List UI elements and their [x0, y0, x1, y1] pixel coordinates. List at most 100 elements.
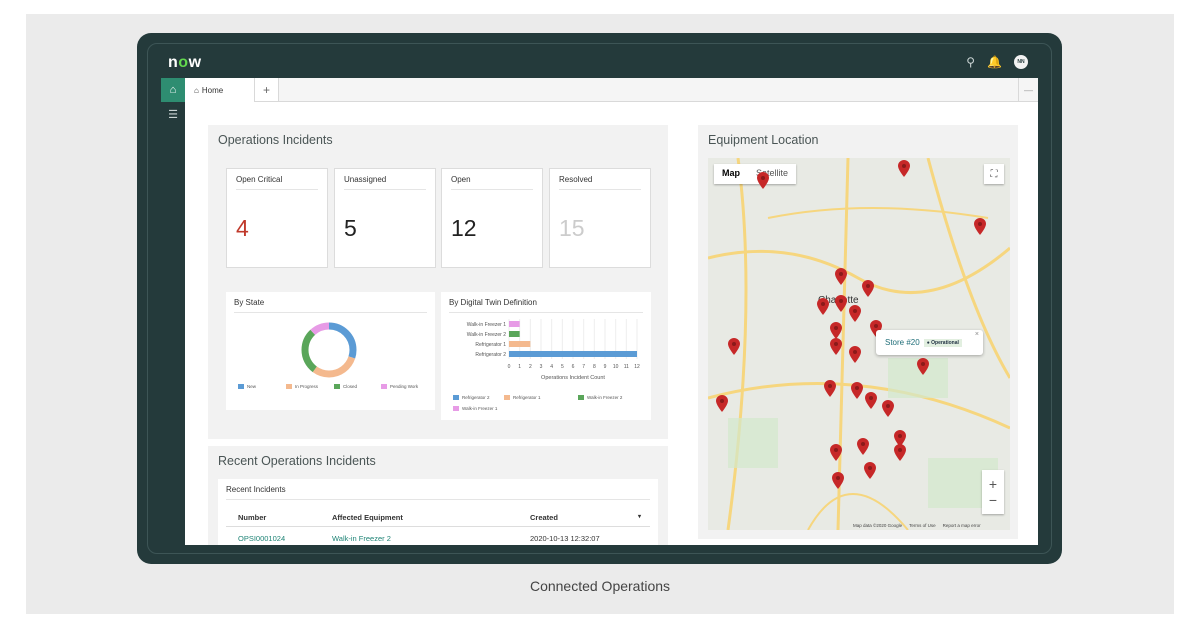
location-pin-icon[interactable]	[830, 444, 842, 461]
add-tab-button[interactable]: +	[255, 78, 279, 101]
sort-icon[interactable]: ▾	[638, 513, 641, 520]
recent-incidents-panel: Recent Operations Incidents Recent Incid…	[208, 446, 668, 545]
workspace: ⌂ Home + — Operations Incidents Open Crit…	[185, 78, 1038, 545]
location-pin-icon[interactable]	[862, 280, 874, 297]
location-pin-icon[interactable]	[917, 358, 929, 375]
x-tick-label: 2	[529, 364, 532, 370]
x-tick-label: 6	[572, 364, 575, 370]
location-pin-icon[interactable]	[851, 382, 863, 399]
y-tick-label: Walk-in Freezer 2	[467, 332, 506, 338]
map-attribution: Map data ©2020 Google Terms of Use Report …	[853, 523, 981, 528]
map[interactable]: Map Satellite ⛶ Charlotte Store #20 ● Op…	[708, 158, 1010, 530]
bar-refrigerator-2[interactable]	[509, 351, 637, 357]
location-pin-icon[interactable]	[849, 305, 861, 322]
x-tick-label: 11	[624, 364, 629, 370]
store-info-window: Store #20 ● Operational ×	[876, 330, 983, 355]
tab-bar: ⌂ Home + —	[185, 78, 1038, 102]
legend-walk-in-freezer-2: Walk-in Freezer 2	[578, 395, 622, 400]
legend-refrigerator-1: Refrigerator 1	[504, 395, 541, 400]
card-unassigned[interactable]: Unassigned 5	[334, 168, 436, 268]
card-open[interactable]: Open 12	[441, 168, 543, 268]
x-tick-label: 9	[604, 364, 607, 370]
x-tick-label: 10	[613, 364, 619, 370]
avatar[interactable]: NN	[1014, 55, 1028, 69]
status-badge: ● Operational	[923, 338, 962, 347]
location-pin-icon[interactable]	[898, 160, 910, 177]
legend-refrigerator-2: Refrigerator 2	[453, 395, 490, 400]
y-tick-label: Walk-in Freezer 1	[467, 322, 506, 328]
bar-refrigerator-1[interactable]	[509, 341, 531, 347]
now-logo[interactable]: now	[168, 54, 202, 72]
legend-closed: Closed	[334, 384, 357, 389]
y-tick-label: Refrigerator 2	[475, 352, 506, 358]
by-state-widget: By State New In Progress Closed Pending …	[226, 292, 435, 410]
location-pin-icon[interactable]	[857, 438, 869, 455]
tab-home[interactable]: ⌂ Home	[185, 78, 255, 102]
zoom-controls: + −	[982, 470, 1004, 514]
legend-new: New	[238, 384, 256, 389]
operations-panel: Operations Incidents Open Critical 4 Una…	[208, 125, 668, 439]
satellite-button[interactable]: Satellite	[748, 164, 796, 184]
column-number[interactable]: Number	[238, 513, 266, 522]
location-pin-icon[interactable]	[716, 395, 728, 412]
location-pin-icon[interactable]	[835, 295, 847, 312]
card-resolved[interactable]: Resolved 15	[549, 168, 651, 268]
card-open-critical[interactable]: Open Critical 4	[226, 168, 328, 268]
zoom-in-button[interactable]: +	[989, 476, 997, 492]
location-pin-icon[interactable]	[728, 338, 740, 355]
location-pin-icon[interactable]	[830, 338, 842, 355]
column-created[interactable]: Created	[530, 513, 558, 522]
equipment-link[interactable]: Walk-in Freezer 2	[332, 534, 391, 543]
location-pin-icon[interactable]	[835, 268, 847, 285]
incident-number-link[interactable]: OPSI0001024	[238, 534, 285, 543]
map-type-toggle: Map Satellite	[714, 164, 797, 184]
zoom-out-button[interactable]: −	[989, 492, 997, 508]
location-pin-icon[interactable]	[757, 172, 769, 189]
location-pin-icon[interactable]	[817, 298, 829, 315]
created-date: 2020-10-13 12:32:07	[530, 534, 600, 543]
x-tick-label: 5	[561, 364, 564, 370]
recent-incidents-list: Recent Incidents Number Affected Equipme…	[218, 479, 658, 545]
donut-chart	[301, 322, 357, 378]
close-icon[interactable]: ×	[975, 331, 979, 338]
bar-chart: 0 1 2 3 4 5 6 7 8 9 10 11 12Walk-in Freezer 1Walk-in…	[467, 319, 640, 381]
top-nav-bar: now ⚲ 🔔 NN	[160, 45, 1040, 79]
more-button[interactable]: —	[1018, 78, 1038, 101]
location-pin-icon[interactable]	[864, 462, 876, 479]
caption: Connected Operations	[529, 578, 671, 594]
x-tick-label: 1	[518, 364, 521, 370]
list-icon[interactable]: ☰	[161, 102, 185, 126]
location-pin-icon[interactable]	[894, 444, 906, 461]
location-pin-icon[interactable]	[832, 472, 844, 489]
location-pin-icon[interactable]	[974, 218, 986, 235]
location-pin-icon[interactable]	[882, 400, 894, 417]
map-button[interactable]: Map	[714, 164, 748, 184]
x-tick-label: 3	[540, 364, 543, 370]
bar-walk-in-freezer-1[interactable]	[509, 321, 520, 327]
y-tick-label: Refrigerator 1	[475, 342, 506, 348]
location-pin-icon[interactable]	[865, 392, 877, 409]
home-icon: ⌂	[194, 85, 199, 95]
legend-walk-in-freezer-1: Walk-in Freezer 1	[453, 406, 497, 411]
legend-in-progress: In Progress	[286, 384, 318, 389]
panel-title: Operations Incidents	[218, 133, 333, 147]
bar-walk-in-freezer-2[interactable]	[509, 331, 520, 337]
home-icon[interactable]: ⌂	[161, 78, 185, 102]
x-tick-label: 4	[550, 364, 553, 370]
fullscreen-icon[interactable]: ⛶	[984, 164, 1004, 184]
location-pin-icon[interactable]	[849, 346, 861, 363]
by-twin-widget: By Digital Twin Definition 0 1 2 3 4 5 6 7 8 9 10 1…	[441, 292, 651, 420]
store-name: Store #20	[885, 338, 920, 347]
bell-icon[interactable]: 🔔	[987, 55, 1002, 69]
side-rail: ⌂ ☰	[161, 78, 185, 545]
location-pin-icon[interactable]	[830, 322, 842, 339]
x-tick-label: 8	[593, 364, 596, 370]
legend-pending-work: Pending Work	[381, 384, 418, 389]
x-axis-label: Operations Incident Count	[541, 375, 605, 381]
column-affected-equipment[interactable]: Affected Equipment	[332, 513, 403, 522]
x-tick-label: 0	[508, 364, 511, 370]
search-icon[interactable]: ⚲	[966, 55, 975, 69]
x-tick-label: 12	[634, 364, 640, 370]
location-pin-icon[interactable]	[824, 380, 836, 397]
x-tick-label: 7	[582, 364, 585, 370]
